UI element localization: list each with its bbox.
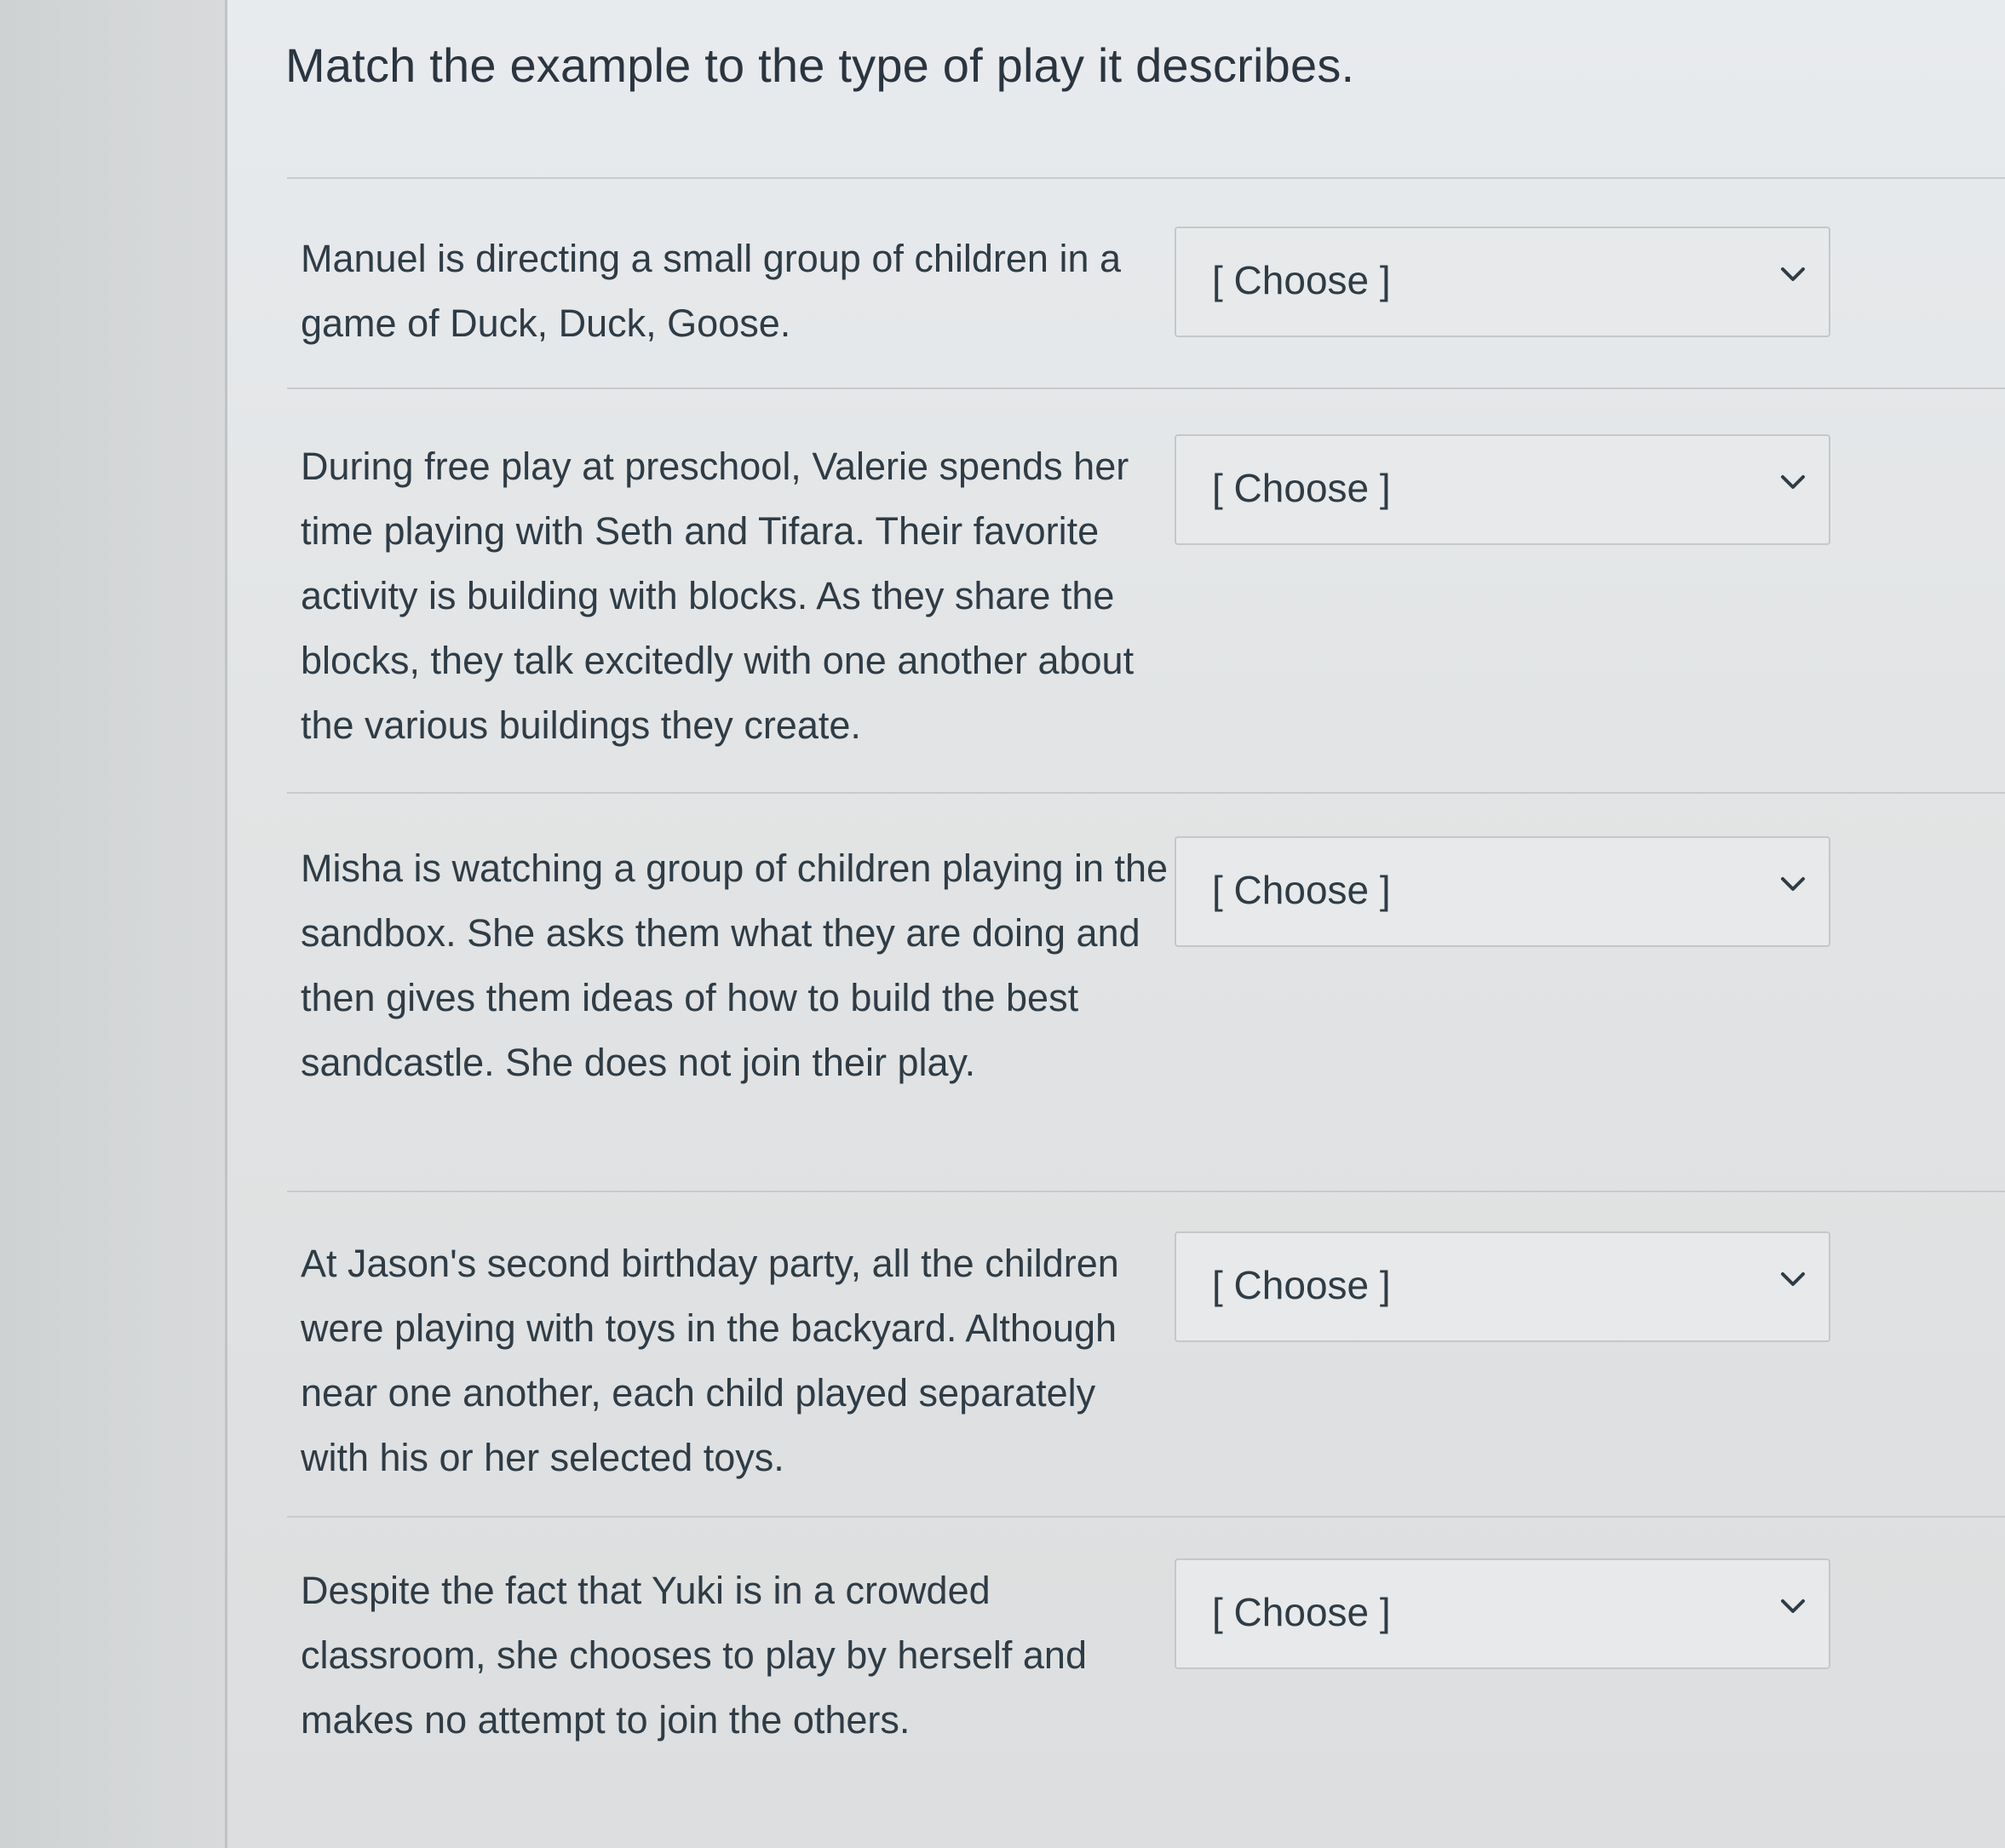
question-panel: Match the example to the type of play it… — [227, 0, 2005, 1848]
divider — [287, 1516, 2005, 1518]
chevron-down-icon — [1776, 1262, 1810, 1296]
answer-dropdown[interactable]: [ Choose ] — [1175, 836, 1830, 947]
dropdown-value: [ Choose ] — [1212, 868, 1391, 912]
divider — [287, 1191, 2005, 1192]
dropdown-value: [ Choose ] — [1212, 1263, 1391, 1307]
example-text: Manuel is directing a small group of chi… — [301, 237, 1121, 345]
divider — [287, 792, 2005, 794]
example-text: During free play at preschool, Valerie s… — [301, 445, 1135, 747]
dropdown-value: [ Choose ] — [1212, 1590, 1391, 1634]
left-margin — [0, 0, 227, 1848]
chevron-down-icon — [1776, 465, 1810, 499]
example-text: Misha is watching a group of children pl… — [301, 847, 1169, 1084]
answer-dropdown[interactable]: [ Choose ] — [1175, 434, 1830, 545]
question-text: Match the example to the type of play it… — [285, 38, 1355, 92]
answer-dropdown[interactable]: [ Choose ] — [1175, 1231, 1830, 1342]
divider — [287, 387, 2005, 389]
answer-dropdown[interactable]: [ Choose ] — [1175, 1558, 1830, 1669]
chevron-down-icon — [1776, 257, 1810, 291]
divider — [287, 177, 2005, 179]
example-text: At Jason's second birthday party, all th… — [301, 1242, 1119, 1479]
dropdown-value: [ Choose ] — [1212, 258, 1391, 302]
chevron-down-icon — [1776, 1589, 1810, 1623]
answer-dropdown[interactable]: [ Choose ] — [1175, 227, 1830, 337]
example-text: Despite the fact that Yuki is in a crowd… — [301, 1569, 1087, 1742]
chevron-down-icon — [1776, 867, 1810, 901]
dropdown-value: [ Choose ] — [1212, 466, 1391, 510]
